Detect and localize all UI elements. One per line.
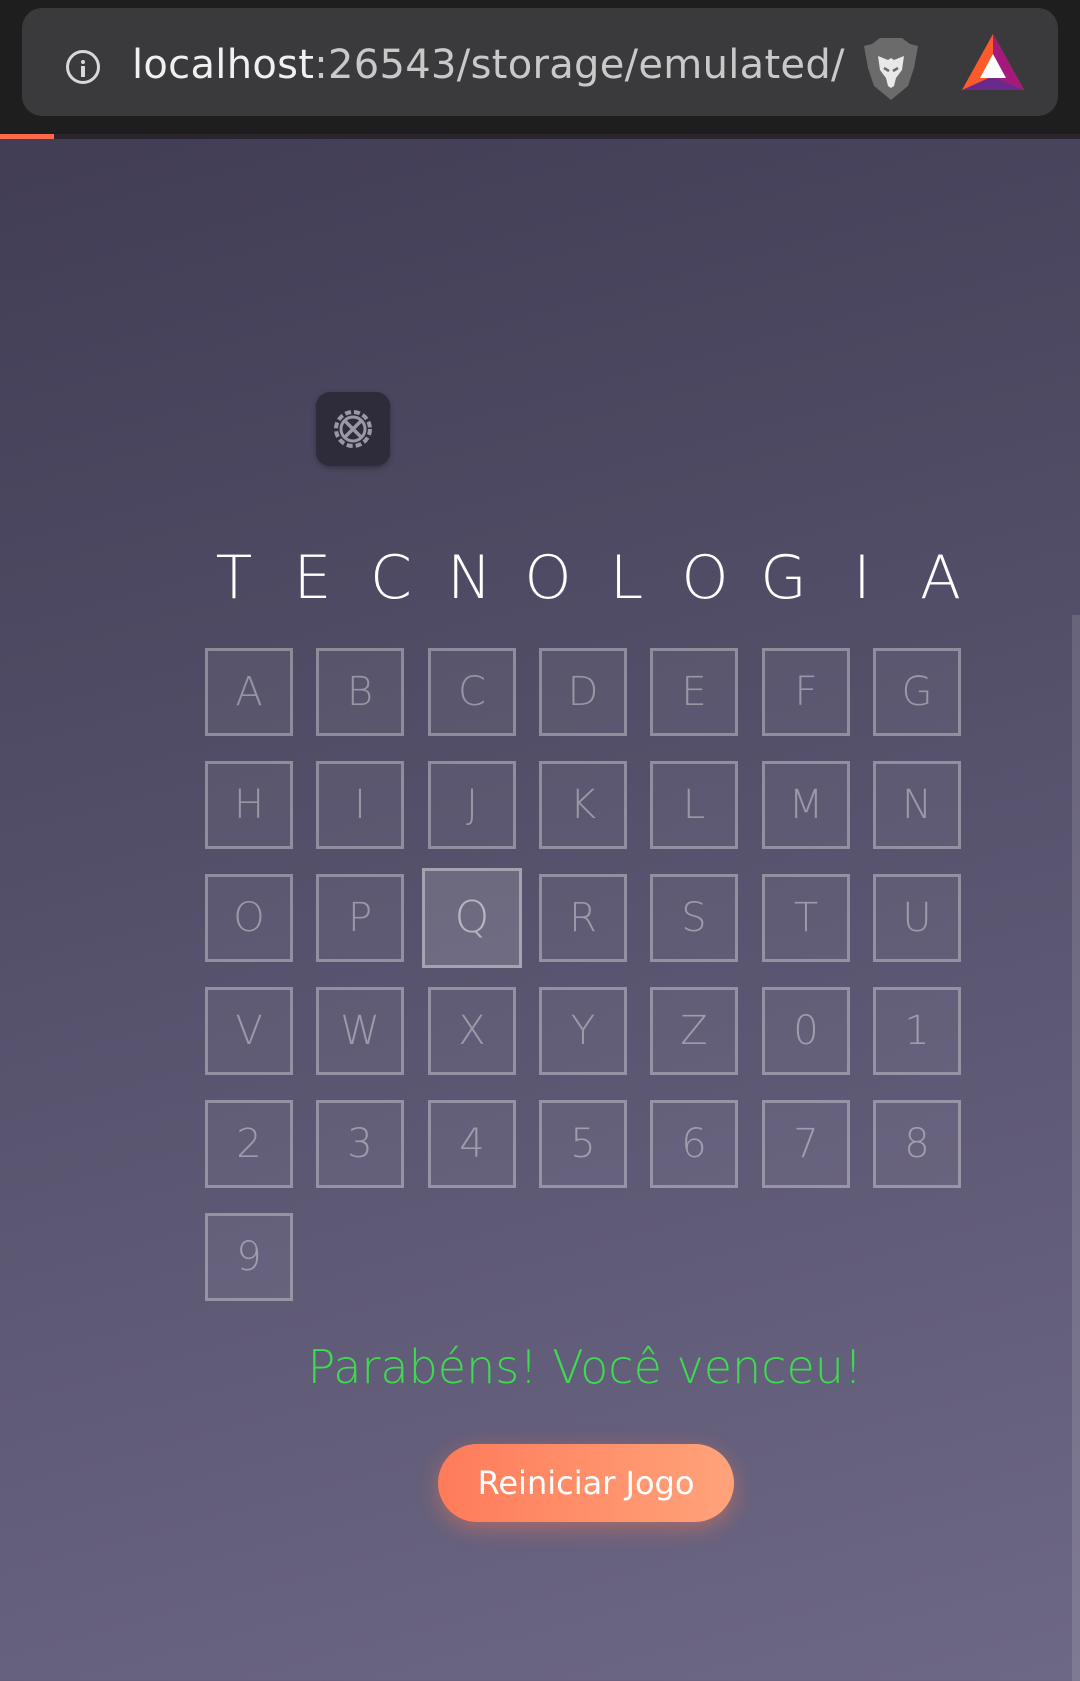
- key-g[interactable]: G: [873, 648, 961, 736]
- key-m[interactable]: M: [762, 761, 850, 849]
- key-0[interactable]: 0: [762, 987, 850, 1075]
- word-letter: E: [293, 543, 332, 613]
- key-y[interactable]: Y: [539, 987, 627, 1075]
- restart-game-button[interactable]: Reiniciar Jogo: [438, 1444, 734, 1522]
- settings-tools-icon: [334, 410, 372, 448]
- word-display: TECNOLOGIA: [204, 540, 964, 616]
- key-q[interactable]: Q: [422, 868, 522, 968]
- key-6[interactable]: 6: [650, 1100, 738, 1188]
- key-4[interactable]: 4: [428, 1100, 516, 1188]
- win-message: Parabéns! Você venceu!: [307, 1340, 863, 1394]
- word-letter: N: [447, 543, 492, 613]
- word-letter: O: [681, 543, 729, 613]
- key-c[interactable]: C: [428, 648, 516, 736]
- brave-rewards-icon[interactable]: [960, 32, 1026, 92]
- key-l[interactable]: L: [650, 761, 738, 849]
- url-text[interactable]: localhost:26543/storage/emulated/: [132, 42, 845, 88]
- browser-toolbar: localhost:26543/storage/emulated/: [0, 0, 1080, 134]
- key-2[interactable]: 2: [205, 1100, 293, 1188]
- key-r[interactable]: R: [539, 874, 627, 962]
- key-b[interactable]: B: [316, 648, 404, 736]
- key-x[interactable]: X: [428, 987, 516, 1075]
- key-1[interactable]: 1: [873, 987, 961, 1075]
- key-a[interactable]: A: [205, 648, 293, 736]
- key-j[interactable]: J: [428, 761, 516, 849]
- word-letter: O: [524, 543, 572, 613]
- key-h[interactable]: H: [205, 761, 293, 849]
- key-p[interactable]: P: [316, 874, 404, 962]
- key-i[interactable]: I: [316, 761, 404, 849]
- key-w[interactable]: W: [316, 987, 404, 1075]
- word-letter: A: [919, 543, 962, 613]
- key-f[interactable]: F: [762, 648, 850, 736]
- word-letter: I: [853, 543, 871, 613]
- load-progress-track: [0, 134, 1080, 139]
- word-letter: C: [370, 543, 412, 613]
- key-8[interactable]: 8: [873, 1100, 961, 1188]
- key-3[interactable]: 3: [316, 1100, 404, 1188]
- load-progress-bar: [0, 134, 54, 139]
- key-s[interactable]: S: [650, 874, 738, 962]
- word-letter: G: [760, 543, 807, 613]
- key-d[interactable]: D: [539, 648, 627, 736]
- key-e[interactable]: E: [650, 648, 738, 736]
- settings-button[interactable]: [316, 392, 390, 466]
- key-u[interactable]: U: [873, 874, 961, 962]
- url-host: localhost: [132, 42, 315, 88]
- word-letter: L: [609, 543, 644, 613]
- key-n[interactable]: N: [873, 761, 961, 849]
- page-scrollbar[interactable]: [1072, 615, 1080, 1681]
- url-path: :26543/storage/emulated/: [314, 42, 845, 88]
- key-t[interactable]: T: [762, 874, 850, 962]
- info-icon[interactable]: [66, 50, 100, 84]
- key-v[interactable]: V: [205, 987, 293, 1075]
- brave-lion-icon[interactable]: [858, 34, 924, 104]
- key-z[interactable]: Z: [650, 987, 738, 1075]
- key-5[interactable]: 5: [539, 1100, 627, 1188]
- key-o[interactable]: O: [205, 874, 293, 962]
- address-bar[interactable]: localhost:26543/storage/emulated/: [22, 8, 1058, 116]
- key-k[interactable]: K: [539, 761, 627, 849]
- key-7[interactable]: 7: [762, 1100, 850, 1188]
- word-letter: T: [215, 543, 253, 613]
- key-9[interactable]: 9: [205, 1213, 293, 1301]
